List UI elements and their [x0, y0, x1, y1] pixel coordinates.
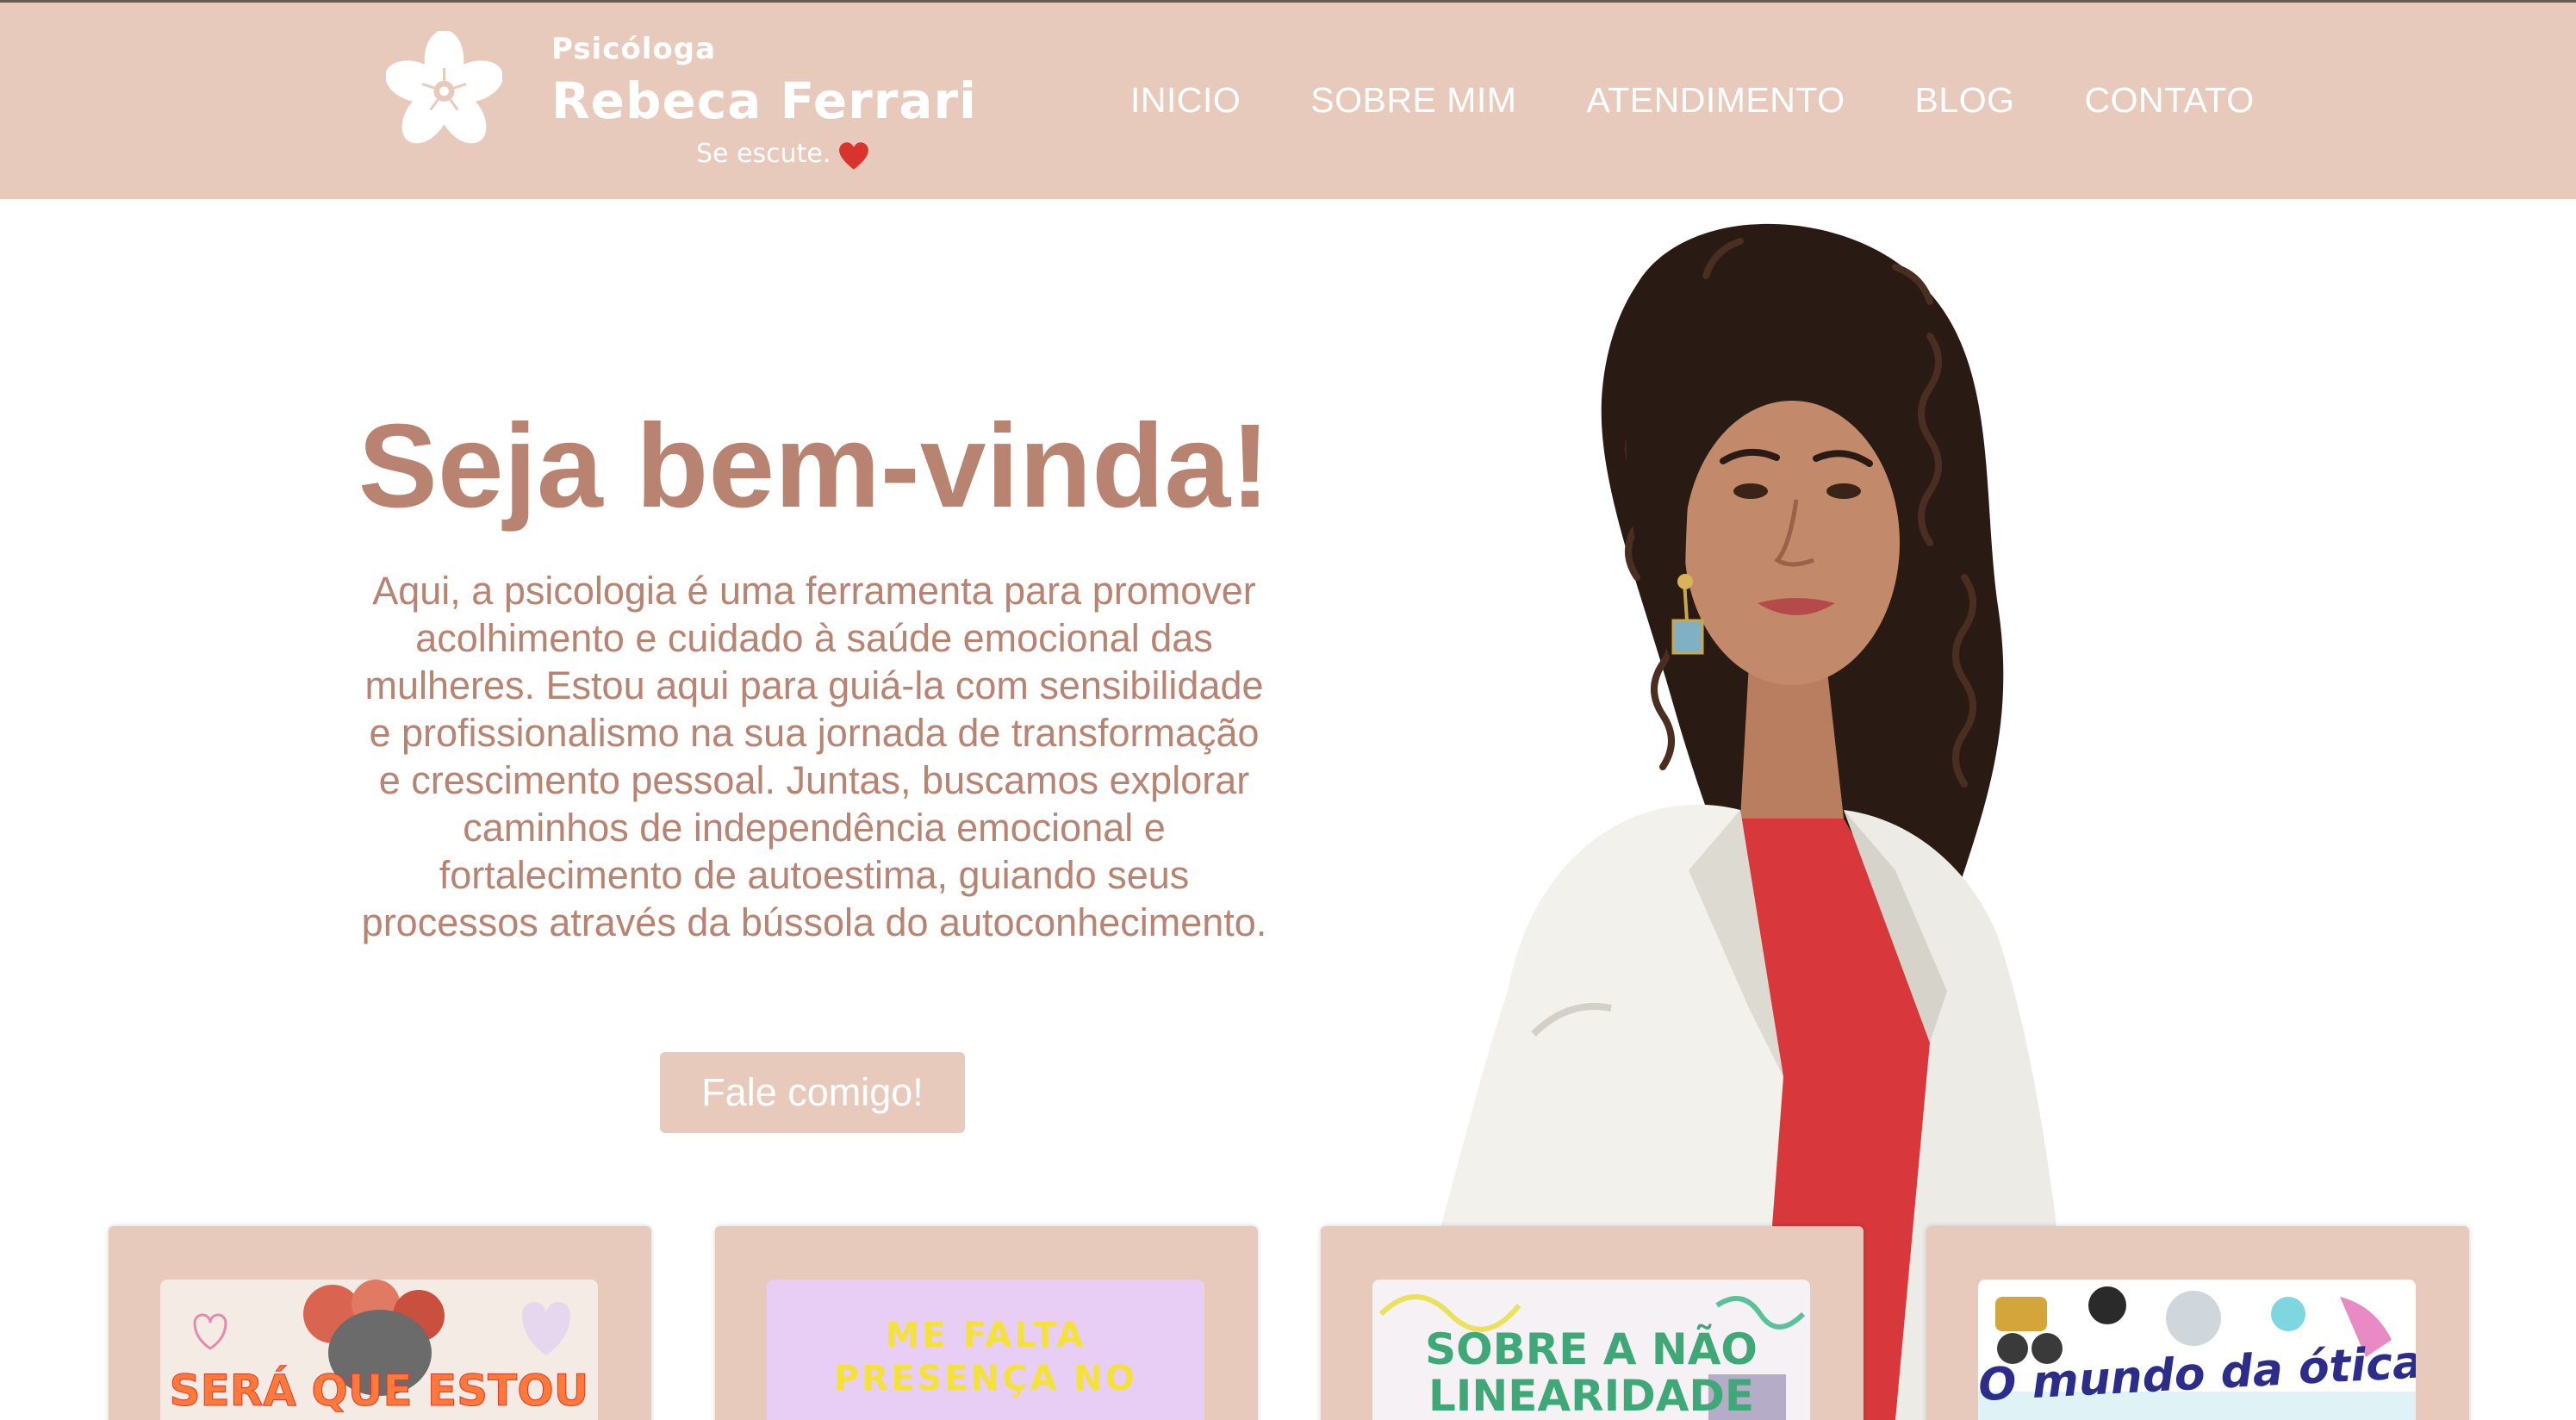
blog-card-image[interactable]: ME FALTA PRESENÇA NO: [767, 1280, 1204, 1420]
heart-icon: [839, 142, 868, 170]
blog-card-image[interactable]: O mundo da ótica: [1978, 1280, 2416, 1420]
blog-card-title-line1: ME FALTA: [885, 1316, 1086, 1355]
hero-description: Aqui, a psicologia é uma ferramenta para…: [361, 569, 1267, 944]
nav-item-sobre-mim[interactable]: SOBRE MIM: [1310, 80, 1516, 125]
main-nav: INICIO SOBRE MIM ATENDIMENTO BLOG CONTAT…: [1130, 80, 2255, 125]
blog-card-title-line2: LINEARIDADE: [1428, 1371, 1755, 1420]
nav-item-inicio[interactable]: INICIO: [1130, 80, 1241, 125]
site-header: Psicóloga Rebeca Ferrari Se escute. INIC…: [0, 0, 2576, 199]
blog-card[interactable]: SOBRE A NÃO LINEARIDADE: [1321, 1226, 1864, 1420]
nav-item-contato[interactable]: CONTATO: [2084, 80, 2254, 125]
nav-item-atendimento[interactable]: ATENDIMENTO: [1586, 80, 1845, 125]
contact-me-button[interactable]: Fale comigo!: [660, 1052, 965, 1133]
blog-card[interactable]: ME FALTA PRESENÇA NO: [715, 1226, 1258, 1420]
nav-item-blog[interactable]: BLOG: [1915, 80, 2015, 125]
blog-card[interactable]: SERÁ QUE ESTOU: [109, 1226, 651, 1420]
brand-subtitle: Psicóloga: [551, 32, 717, 66]
blog-card-image[interactable]: SOBRE A NÃO LINEARIDADE: [1372, 1280, 1810, 1420]
blog-card[interactable]: O mundo da ótica: [1926, 1226, 2469, 1420]
blog-card-title-line2: PRESENÇA NO: [834, 1359, 1137, 1398]
blog-card-title-line1: SOBRE A NÃO: [1425, 1324, 1758, 1374]
brand-tagline: Se escute.: [696, 139, 831, 169]
blog-card-title: SERÁ QUE ESTOU: [169, 1366, 589, 1417]
flower-logo-icon[interactable]: [386, 31, 502, 156]
blog-card-image[interactable]: SERÁ QUE ESTOU: [160, 1280, 598, 1420]
hero-title: Seja bem-vinda!: [358, 400, 1271, 532]
brand-name[interactable]: Rebeca Ferrari: [551, 72, 977, 130]
